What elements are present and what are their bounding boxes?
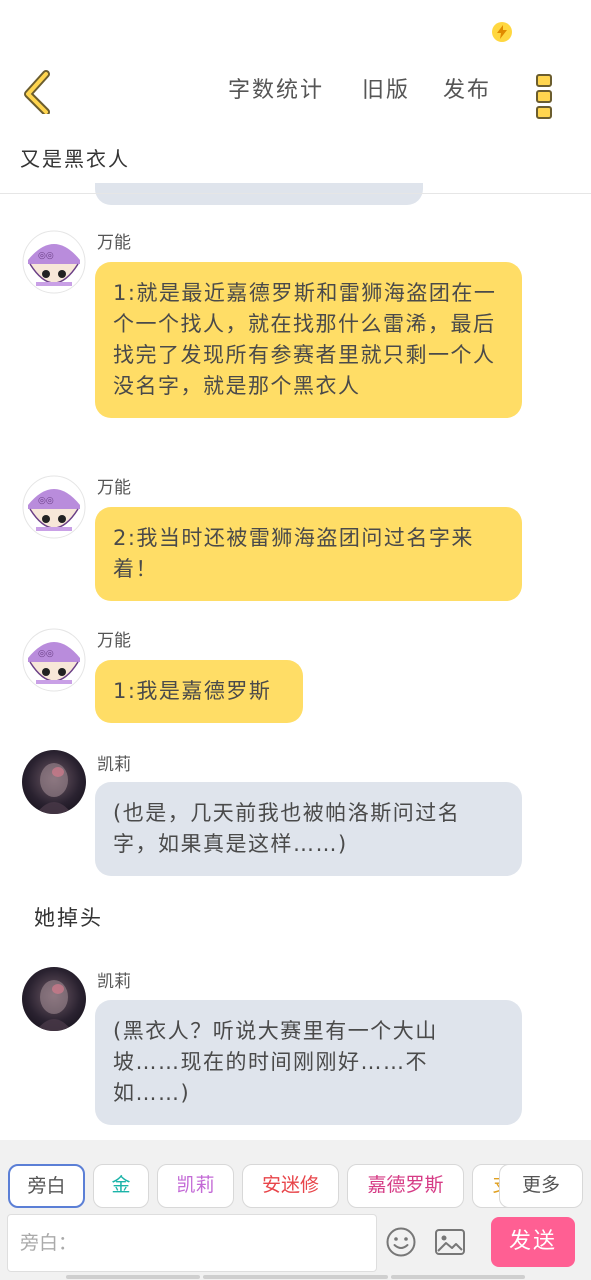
word-count-button[interactable]: 字数统计 [228, 72, 324, 104]
message-bubble[interactable]: (也是，几天前我也被帕洛斯问过名字，如果真是这样……) [95, 782, 522, 876]
sender-name: 万能 [97, 478, 131, 498]
sender-name: 万能 [97, 233, 131, 253]
character-avatar-icon [36, 980, 72, 1031]
tab-anmixiu[interactable]: 安迷修 [242, 1164, 339, 1208]
sender-name: 凯莉 [97, 972, 131, 992]
charging-icon [492, 22, 512, 42]
status-bar [0, 0, 591, 60]
avatar-wanneng[interactable]: ◎◎ [22, 230, 86, 294]
emoji-button[interactable] [385, 1226, 417, 1258]
message-bubble[interactable]: (黑衣人？听说大赛里有一个大山坡……现在的时间刚刚好……不如……) [95, 1000, 522, 1125]
message-bubble[interactable]: 1:我是嘉德罗斯 [95, 660, 303, 723]
input-row: 发送 [0, 1214, 591, 1272]
title-divider [0, 193, 591, 194]
menu-dot-icon [536, 90, 552, 103]
message-bubble[interactable]: 1:就是最近嘉德罗斯和雷狮海盗团在一个一个找人，就在找那什么雷浠，最后找完了发现… [95, 262, 522, 418]
tab-kaili[interactable]: 凯莉 [157, 1164, 234, 1208]
story-title[interactable]: 又是黑衣人 [20, 143, 130, 172]
composer-panel: 旁白 金 凯莉 安迷修 嘉德罗斯 支 更多 发送 [0, 1140, 591, 1280]
avatar-kaili[interactable] [22, 967, 86, 1031]
image-button[interactable] [434, 1228, 466, 1256]
message-input[interactable] [7, 1214, 377, 1272]
avatar-wanneng[interactable]: ◎◎ [22, 475, 86, 539]
avatar-kaili[interactable] [22, 750, 86, 814]
more-menu-button[interactable] [534, 66, 556, 119]
character-avatar-icon: ◎◎ [22, 475, 86, 539]
avatar-wanneng[interactable]: ◎◎ [22, 628, 86, 692]
nav-recents-indicator[interactable] [391, 1275, 525, 1279]
top-bar: 字数统计 旧版 发布 [0, 60, 591, 120]
svg-text:◎◎: ◎◎ [38, 649, 54, 659]
menu-dot-icon [536, 106, 552, 119]
narration-text[interactable]: 她掉头 [34, 902, 103, 932]
more-characters-button[interactable]: 更多 [499, 1164, 583, 1208]
message-bubble[interactable]: 2:我当时还被雷狮海盗团问过名字来着！ [95, 507, 522, 601]
tab-narration[interactable]: 旁白 [8, 1164, 85, 1208]
character-avatar-icon: ◎◎ [22, 628, 86, 692]
system-nav-bar [0, 1274, 591, 1280]
svg-text:◎◎: ◎◎ [38, 496, 54, 506]
old-version-button[interactable]: 旧版 [362, 72, 410, 104]
image-icon [435, 1229, 465, 1255]
nav-back-indicator[interactable] [66, 1275, 200, 1279]
smiley-icon [386, 1227, 416, 1257]
sender-name: 万能 [97, 631, 131, 651]
publish-button[interactable]: 发布 [443, 72, 491, 104]
svg-text:◎◎: ◎◎ [38, 251, 54, 261]
sender-name: 凯莉 [97, 755, 131, 775]
nav-home-indicator[interactable] [203, 1275, 388, 1279]
back-button[interactable] [18, 66, 62, 116]
tab-jiadeluosi[interactable]: 嘉德罗斯 [347, 1164, 464, 1208]
character-avatar-icon: ◎◎ [22, 230, 86, 294]
character-avatar-icon [36, 763, 72, 814]
back-arrow-icon [24, 70, 50, 116]
tab-jin[interactable]: 金 [93, 1164, 149, 1208]
previous-bubble-edge [95, 183, 423, 205]
send-button[interactable]: 发送 [491, 1217, 575, 1267]
menu-dot-icon [536, 74, 552, 87]
